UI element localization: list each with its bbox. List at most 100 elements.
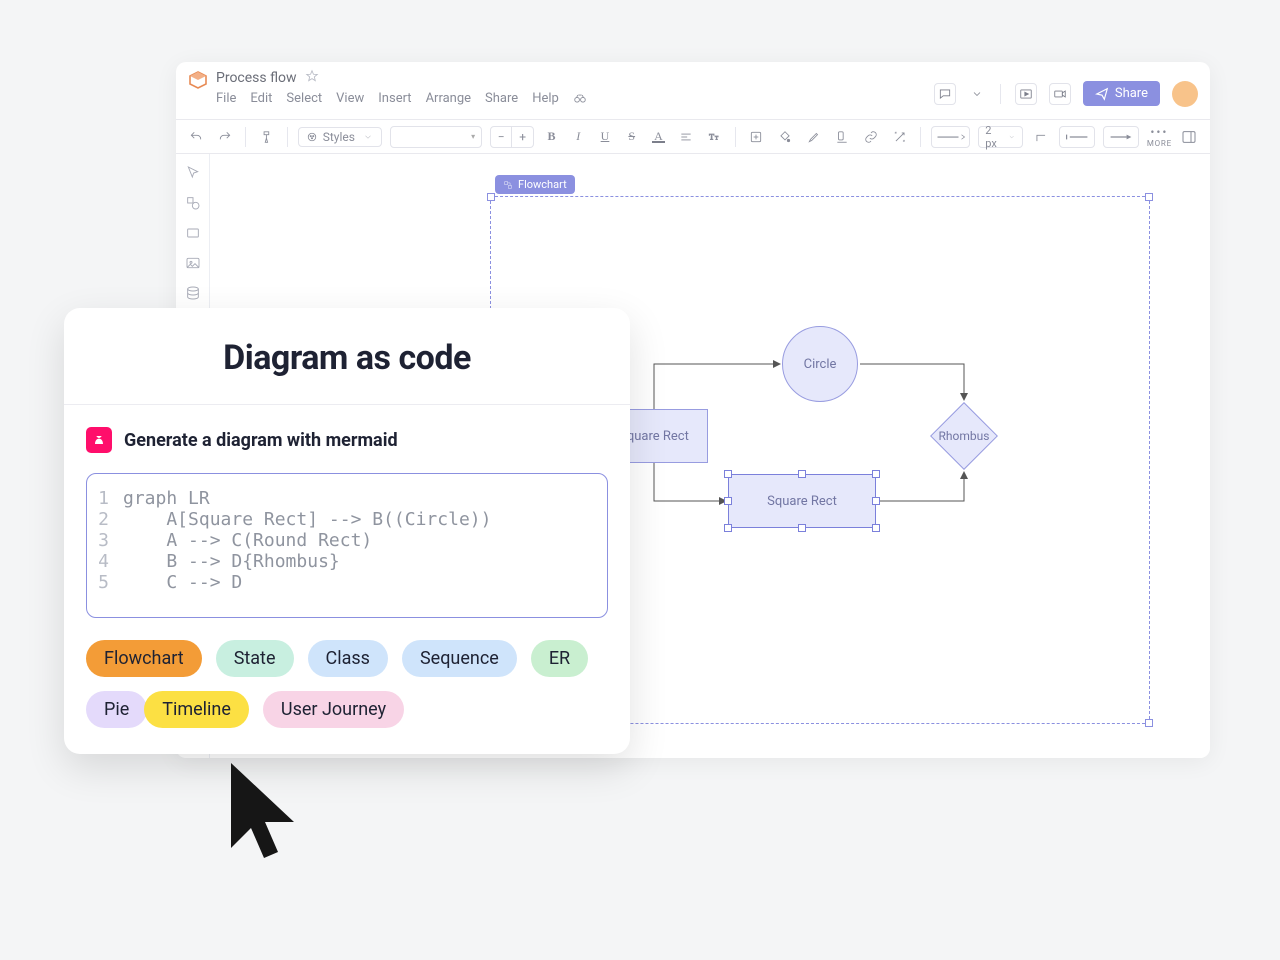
- favorite-star-icon[interactable]: [305, 68, 319, 87]
- titlebar: Process flow File Edit Select View Inser…: [176, 62, 1210, 120]
- share-button[interactable]: Share: [1083, 81, 1160, 106]
- pill-pie[interactable]: Pie: [86, 691, 147, 728]
- bold-button[interactable]: B: [542, 129, 561, 144]
- menu-arrange[interactable]: Arrange: [426, 91, 471, 109]
- shape-handle[interactable]: [798, 524, 806, 532]
- code-line: B --> D{Rhombus}: [123, 551, 340, 572]
- user-avatar[interactable]: [1172, 81, 1198, 107]
- pill-timeline[interactable]: Timeline: [144, 691, 249, 728]
- menu-help[interactable]: Help: [532, 91, 559, 109]
- data-tool-icon[interactable]: [184, 284, 202, 302]
- line-style-dropdown[interactable]: [931, 126, 971, 148]
- node-rhombus[interactable]: Rhombus: [930, 402, 998, 470]
- font-size-stepper[interactable]: − +: [490, 126, 534, 148]
- line-width-dropdown[interactable]: 2 px: [978, 126, 1022, 148]
- shape-handle[interactable]: [872, 524, 880, 532]
- node-label: Rhombus: [939, 429, 990, 443]
- share-button-label: Share: [1115, 86, 1148, 101]
- present-play-icon[interactable]: [1015, 83, 1037, 105]
- pill-class[interactable]: Class: [308, 640, 388, 677]
- selection-type-badge[interactable]: Flowchart: [495, 175, 575, 194]
- italic-button[interactable]: I: [569, 129, 588, 144]
- node-circle[interactable]: Circle: [782, 326, 858, 402]
- code-line: A[Square Rect] --> B((Circle)): [123, 509, 491, 530]
- diagram-as-code-panel: Diagram as code Generate a diagram with …: [64, 308, 630, 754]
- shape-handle[interactable]: [724, 524, 732, 532]
- dac-subtitle-row: Generate a diagram with mermaid: [64, 405, 630, 467]
- strikethrough-button[interactable]: S: [622, 129, 641, 144]
- code-line: graph LR: [123, 488, 210, 509]
- shape-handle[interactable]: [798, 470, 806, 478]
- diagram-type-pills: Flowchart State Class Sequence ER Pie x …: [86, 640, 608, 728]
- dac-title: Diagram as code: [64, 308, 630, 405]
- connector-elbow-icon[interactable]: [1031, 126, 1052, 148]
- arrow-end-dropdown[interactable]: [1103, 126, 1139, 148]
- line-width-value: 2 px: [985, 124, 1004, 150]
- app-logo-icon[interactable]: [188, 70, 208, 90]
- underline-button[interactable]: U: [596, 129, 615, 144]
- increase-size-icon[interactable]: +: [512, 126, 534, 148]
- pill-flowchart[interactable]: Flowchart: [86, 640, 202, 677]
- comments-icon[interactable]: [934, 83, 956, 105]
- cursor-tool-icon[interactable]: [184, 164, 202, 182]
- node-label: Circle: [804, 357, 837, 372]
- styles-dropdown[interactable]: Styles: [298, 127, 382, 147]
- text-align-icon[interactable]: [676, 126, 697, 148]
- shape-handle[interactable]: [872, 470, 880, 478]
- menu-share[interactable]: Share: [485, 91, 518, 109]
- dac-subtitle: Generate a diagram with mermaid: [124, 430, 398, 451]
- link-icon[interactable]: [861, 126, 882, 148]
- node-square-rect-b[interactable]: Square Rect: [728, 474, 876, 528]
- menu-file[interactable]: File: [216, 91, 236, 109]
- mermaid-logo-icon: [86, 427, 112, 453]
- redo-icon[interactable]: [215, 126, 236, 148]
- fill-color-icon[interactable]: [775, 126, 796, 148]
- menubar: File Edit Select View Insert Arrange Sha…: [216, 91, 587, 109]
- right-panel-toggle-icon[interactable]: [1178, 126, 1200, 148]
- pointer-cursor-icon: [216, 758, 316, 878]
- mermaid-code-editor[interactable]: 1graph LR 2 A[Square Rect] --> B((Circle…: [86, 473, 608, 618]
- menu-edit[interactable]: Edit: [250, 91, 272, 109]
- shapes-tool-icon[interactable]: [184, 194, 202, 212]
- menu-insert[interactable]: Insert: [378, 91, 411, 109]
- shape-handle[interactable]: [724, 470, 732, 478]
- decrease-size-icon[interactable]: −: [490, 126, 512, 148]
- text-size-tt-icon[interactable]: TT: [705, 126, 726, 148]
- pill-state[interactable]: State: [216, 640, 294, 677]
- arrow-start-dropdown[interactable]: [1059, 126, 1095, 148]
- menu-view[interactable]: View: [336, 91, 364, 109]
- pill-er[interactable]: ER: [531, 640, 588, 677]
- shape-handle[interactable]: [872, 497, 880, 505]
- selection-badge-label: Flowchart: [518, 178, 567, 191]
- record-video-icon[interactable]: [1049, 83, 1071, 105]
- svg-text:T: T: [715, 135, 719, 141]
- code-line: A --> C(Round Rect): [123, 530, 372, 551]
- format-toolbar: Styles ▾ − + B I U S A TT 2 px: [176, 120, 1210, 154]
- search-binoculars-icon[interactable]: [573, 91, 587, 109]
- pill-sequence[interactable]: Sequence: [402, 640, 517, 677]
- document-title[interactable]: Process flow: [216, 70, 297, 86]
- frame-tool-icon[interactable]: [184, 224, 202, 242]
- menu-select[interactable]: Select: [286, 91, 322, 109]
- undo-icon[interactable]: [186, 126, 207, 148]
- font-family-dropdown[interactable]: ▾: [390, 126, 482, 148]
- node-label: Square Rect: [767, 494, 837, 509]
- resize-handle-ne[interactable]: [1145, 193, 1153, 201]
- styles-dropdown-label: Styles: [323, 130, 355, 144]
- resize-handle-se[interactable]: [1145, 719, 1153, 727]
- chevron-down-icon[interactable]: [968, 85, 986, 103]
- format-painter-icon[interactable]: [256, 126, 277, 148]
- resize-handle-nw[interactable]: [487, 193, 495, 201]
- magic-icon[interactable]: [889, 126, 910, 148]
- overflow-ellipsis-icon[interactable]: •••: [1150, 125, 1168, 139]
- text-color-button[interactable]: A: [649, 129, 668, 144]
- shape-handle[interactable]: [724, 497, 732, 505]
- pill-user-journey[interactable]: User Journey: [263, 691, 404, 728]
- svg-text:T: T: [709, 132, 714, 141]
- more-label: MORE: [1147, 139, 1172, 148]
- image-tool-icon[interactable]: [184, 254, 202, 272]
- add-shape-icon[interactable]: [746, 126, 767, 148]
- code-line: C --> D: [123, 572, 242, 593]
- border-color-icon[interactable]: [832, 126, 853, 148]
- highlight-icon[interactable]: [803, 126, 824, 148]
